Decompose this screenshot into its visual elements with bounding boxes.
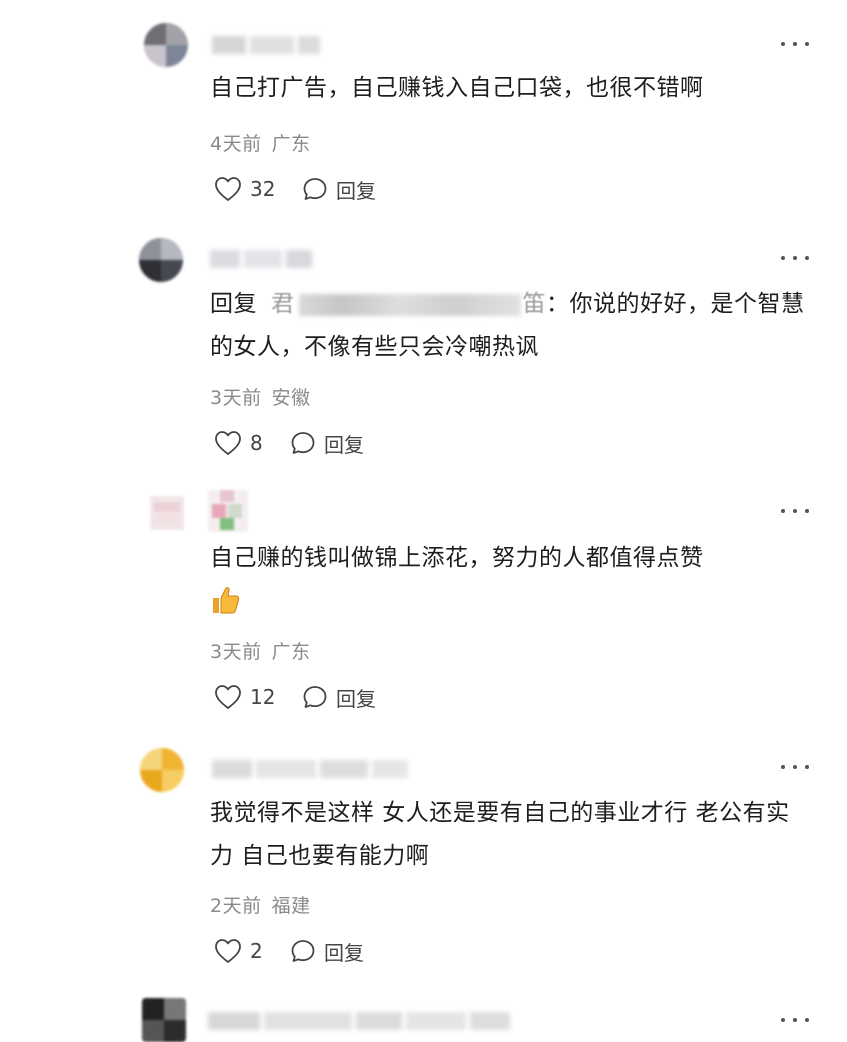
comment-text: 自己赚的钱叫做锦上添花，努力的人都值得点赞: [210, 537, 810, 623]
comment-time: 4天前: [210, 133, 262, 155]
comment-text: 自己打广告，自己赚钱入自己口袋，也很不错啊: [210, 75, 704, 101]
reply-target-username[interactable]: [298, 293, 521, 316]
reply-label: 回复: [324, 432, 364, 457]
like-button[interactable]: 32: [214, 176, 280, 202]
reply-label: 回复: [336, 178, 376, 203]
comment-text: 回复君笛：你说的好好，是个智慧的女人，不像有些只会冷嘲热讽: [210, 283, 810, 369]
comment-text: 我觉得不是这样 女人还是要有自己的事业才行 老公有实力 自己也要有能力啊: [210, 800, 790, 869]
comment-meta: 2天前 福建: [210, 891, 311, 918]
avatar[interactable]: [142, 998, 186, 1042]
heart-icon: [215, 177, 241, 201]
heart-icon: [215, 939, 241, 963]
avatar[interactable]: [140, 748, 184, 792]
avatar[interactable]: [139, 238, 183, 282]
reply-target-tail[interactable]: 笛: [523, 291, 547, 317]
avatar[interactable]: [150, 496, 184, 530]
speech-bubble-icon: [291, 432, 315, 454]
comment-location: 福建: [271, 895, 311, 917]
comment-meta: 3天前 广东: [210, 637, 311, 664]
comment-location: 广东: [271, 641, 311, 663]
reply-prefix: 回复: [210, 291, 257, 317]
speech-bubble-icon: [291, 940, 315, 962]
like-button[interactable]: 8: [214, 430, 280, 456]
like-count: 32: [250, 177, 276, 201]
comment-meta: 4天前 广东: [210, 129, 311, 156]
comment-location: 安徽: [271, 387, 311, 409]
comment-feed: 自己打广告，自己赚钱入自己口袋，也很不错啊 4天前 广东 32 回复 回复 君 …: [0, 0, 847, 1042]
comment-text-line: 自己赚的钱叫做锦上添花，努力的人都值得点赞: [210, 545, 704, 571]
reply-label: 回复: [336, 686, 376, 711]
more-dots-icon[interactable]: [781, 760, 809, 774]
heart-icon: [215, 431, 241, 455]
reply-target-head[interactable]: 君: [271, 291, 295, 317]
username[interactable]: [210, 250, 316, 268]
speech-bubble-icon: [303, 686, 327, 708]
comment-time: 3天前: [210, 387, 262, 409]
comment-meta: 3天前 安徽: [210, 383, 311, 410]
more-dots-icon[interactable]: [781, 37, 809, 51]
reply-button[interactable]: 回复: [290, 937, 364, 966]
comment-actions: 32 回复: [214, 174, 376, 204]
speech-bubble-icon: [303, 178, 327, 200]
avatar-badge: [208, 490, 248, 532]
more-dots-icon[interactable]: [781, 504, 809, 518]
like-count: 8: [250, 431, 263, 455]
comment-location: 广东: [271, 133, 311, 155]
like-count: 2: [250, 939, 263, 963]
comment-actions: 8 回复: [214, 428, 364, 458]
username[interactable]: [212, 760, 412, 778]
comment-time: 2天前: [210, 895, 262, 917]
avatar[interactable]: [144, 23, 188, 67]
comment-actions: 12 回复: [214, 682, 376, 712]
username[interactable]: [208, 1012, 514, 1030]
more-dots-icon[interactable]: [781, 1013, 809, 1027]
reply-button[interactable]: 回复: [290, 429, 364, 458]
like-count: 12: [250, 685, 276, 709]
more-dots-icon[interactable]: [781, 251, 809, 265]
like-button[interactable]: 12: [214, 684, 280, 710]
comment-time: 3天前: [210, 641, 262, 663]
thumbs-up-emoji: [210, 581, 242, 617]
heart-icon: [215, 685, 241, 709]
comment-actions: 2 回复: [214, 936, 364, 966]
username[interactable]: [212, 36, 324, 54]
like-button[interactable]: 2: [214, 938, 280, 964]
reply-label: 回复: [324, 940, 364, 965]
reply-button[interactable]: 回复: [302, 683, 376, 712]
reply-button[interactable]: 回复: [302, 175, 376, 204]
